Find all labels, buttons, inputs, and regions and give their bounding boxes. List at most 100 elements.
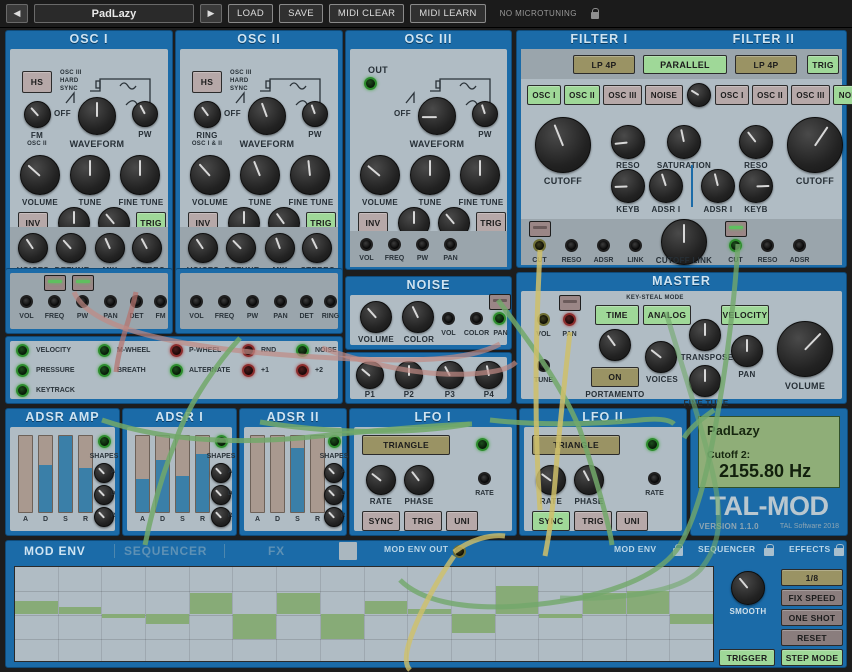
modsource-jack-keytrack[interactable]	[16, 384, 29, 397]
seq-step-13[interactable]	[539, 567, 583, 661]
seq-step-5[interactable]	[189, 567, 234, 661]
filter2-reso-knob[interactable]	[739, 125, 773, 159]
macro-p4-knob[interactable]	[475, 361, 503, 389]
tab-scroll-handle[interactable]	[339, 542, 357, 560]
mod-env-step-grid[interactable]	[14, 566, 714, 662]
filter1-source-noise[interactable]: NOISE	[645, 85, 683, 105]
adsr-amp-shapes-jack[interactable]	[98, 435, 111, 448]
lfo2-out-jack[interactable]	[646, 438, 659, 451]
osc3-pw-knob[interactable]	[472, 101, 498, 127]
osc3-out-jack[interactable]	[364, 77, 377, 90]
fix-speed-button[interactable]: FIX SPEED	[781, 589, 843, 606]
osc2-stereo-knob[interactable]	[302, 233, 332, 263]
adsr1-shapes-jack[interactable]	[215, 435, 228, 448]
osc1-tune-knob[interactable]	[70, 155, 110, 195]
seq-step-10[interactable]	[408, 567, 452, 661]
filter1-jack-reso[interactable]	[565, 239, 578, 252]
noise-jack-pan[interactable]	[493, 312, 506, 325]
seq-step-15[interactable]	[626, 567, 671, 661]
noise-jack-vol[interactable]	[442, 312, 455, 325]
seq-step-8[interactable]	[320, 567, 365, 661]
rate-button[interactable]: 1/8	[781, 569, 843, 586]
lfo1-sync-button[interactable]: SYNC	[362, 511, 400, 531]
osc1-pw-mod-switch[interactable]	[72, 275, 94, 291]
filter2-jack-adsr[interactable]	[793, 239, 806, 252]
master-key-steal-analog-button[interactable]: ANALOG	[643, 305, 691, 325]
osc3-jack-pw[interactable]	[416, 238, 429, 251]
master-velocity-button[interactable]: VELOCITY	[721, 305, 769, 325]
osc1-jack-vol[interactable]	[20, 295, 33, 308]
lfo2-shape-button[interactable]: TRIANGLE	[532, 435, 620, 455]
adsr1-slider-d[interactable]	[155, 435, 170, 513]
osc3-fine-tune-knob[interactable]	[460, 155, 500, 195]
master-jack-vol[interactable]	[537, 313, 550, 326]
filter2-cutoff-knob[interactable]	[787, 117, 843, 173]
filter1-source-osc1[interactable]: OSC I	[527, 85, 561, 105]
filter-routing-button[interactable]: PARALLEL	[643, 55, 727, 74]
osc2-jack-ring[interactable]	[324, 295, 337, 308]
seq-step-12[interactable]	[495, 567, 540, 661]
lfo2-uni-button[interactable]: UNI	[616, 511, 648, 531]
osc2-waveform-knob[interactable]	[248, 97, 286, 135]
seq-step-3[interactable]	[102, 567, 147, 661]
mod-env-out-jack[interactable]	[453, 545, 466, 558]
filter2-jack-cut[interactable]	[729, 239, 742, 252]
tab-fx[interactable]: FX	[268, 543, 285, 560]
osc2-jack-vol[interactable]	[190, 295, 203, 308]
preset-prev-button[interactable]: ◀	[6, 4, 28, 23]
filter1-mode-button[interactable]: LP 4P	[573, 55, 635, 74]
adsr-amp-slider-s[interactable]	[58, 435, 73, 513]
master-volume-knob[interactable]	[777, 321, 833, 377]
master-fine-tune-knob[interactable]	[689, 365, 721, 397]
filter2-cut-mod-switch[interactable]	[725, 221, 747, 237]
osc3-tune-knob[interactable]	[410, 155, 450, 195]
effects-lock-icon[interactable]	[833, 543, 845, 557]
tab-mod-env[interactable]: MOD ENV	[24, 543, 86, 560]
filter2-source-osc2[interactable]: OSC II	[752, 85, 788, 105]
modsource-jack-rnd[interactable]	[242, 344, 255, 357]
osc3-jack-vol[interactable]	[360, 238, 373, 251]
midi-learn-button[interactable]: MIDI LEARN	[410, 4, 486, 23]
filter1-keyb-knob[interactable]	[611, 169, 645, 203]
noise-pan-mod-switch[interactable]	[489, 294, 511, 310]
seq-step-1[interactable]	[15, 567, 59, 661]
adsr1-slider-a[interactable]	[135, 435, 150, 513]
filter2-trig-button[interactable]: TRIG	[807, 55, 839, 74]
adsr2-slider-r[interactable]	[310, 435, 325, 513]
master-pan-mod-switch[interactable]	[559, 295, 581, 311]
modsource-jack-plus2[interactable]	[296, 364, 309, 377]
osc1-detune-knob[interactable]	[56, 233, 86, 263]
noise-color-knob[interactable]	[402, 301, 434, 333]
osc2-ring-knob[interactable]	[194, 101, 221, 128]
adsr1-slider-s[interactable]	[175, 435, 190, 513]
lock-icon[interactable]	[589, 7, 601, 20]
modsource-jack-alternate[interactable]	[170, 364, 183, 377]
osc2-jack-pw[interactable]	[246, 295, 259, 308]
smooth-knob[interactable]	[731, 571, 765, 605]
noise-volume-knob[interactable]	[360, 301, 392, 333]
noise-jack-color[interactable]	[470, 312, 483, 325]
filter1-source-osc2[interactable]: OSC II	[564, 85, 600, 105]
master-jack-pan[interactable]	[563, 313, 576, 326]
one-shot-button[interactable]: ONE SHOT	[781, 609, 843, 626]
osc1-voices-knob[interactable]	[18, 233, 48, 263]
tab-sequencer[interactable]: SEQUENCER	[124, 543, 207, 560]
master-jack-tune[interactable]	[537, 359, 550, 372]
master-transpose-knob[interactable]	[689, 319, 721, 351]
step-mode-button[interactable]: STEP MODE	[781, 649, 843, 666]
osc2-detune-knob[interactable]	[226, 233, 256, 263]
lfo2-trig-button[interactable]: TRIG	[574, 511, 612, 531]
osc2-jack-det[interactable]	[300, 295, 313, 308]
master-portamento-knob[interactable]	[599, 329, 631, 361]
reset-button[interactable]: RESET	[781, 629, 843, 646]
macro-p2-knob[interactable]	[395, 361, 423, 389]
lfo1-rate-knob[interactable]	[366, 465, 396, 495]
filter2-source-noise[interactable]: NOISE	[833, 85, 852, 105]
modsource-jack-velocity[interactable]	[16, 344, 29, 357]
macro-p1-knob[interactable]	[356, 361, 384, 389]
osc1-volume-knob[interactable]	[20, 155, 60, 195]
osc1-waveform-knob[interactable]	[78, 97, 116, 135]
filter2-keyb-knob[interactable]	[739, 169, 773, 203]
seq-step-11[interactable]	[451, 567, 496, 661]
midi-clear-button[interactable]: MIDI CLEAR	[328, 4, 405, 23]
